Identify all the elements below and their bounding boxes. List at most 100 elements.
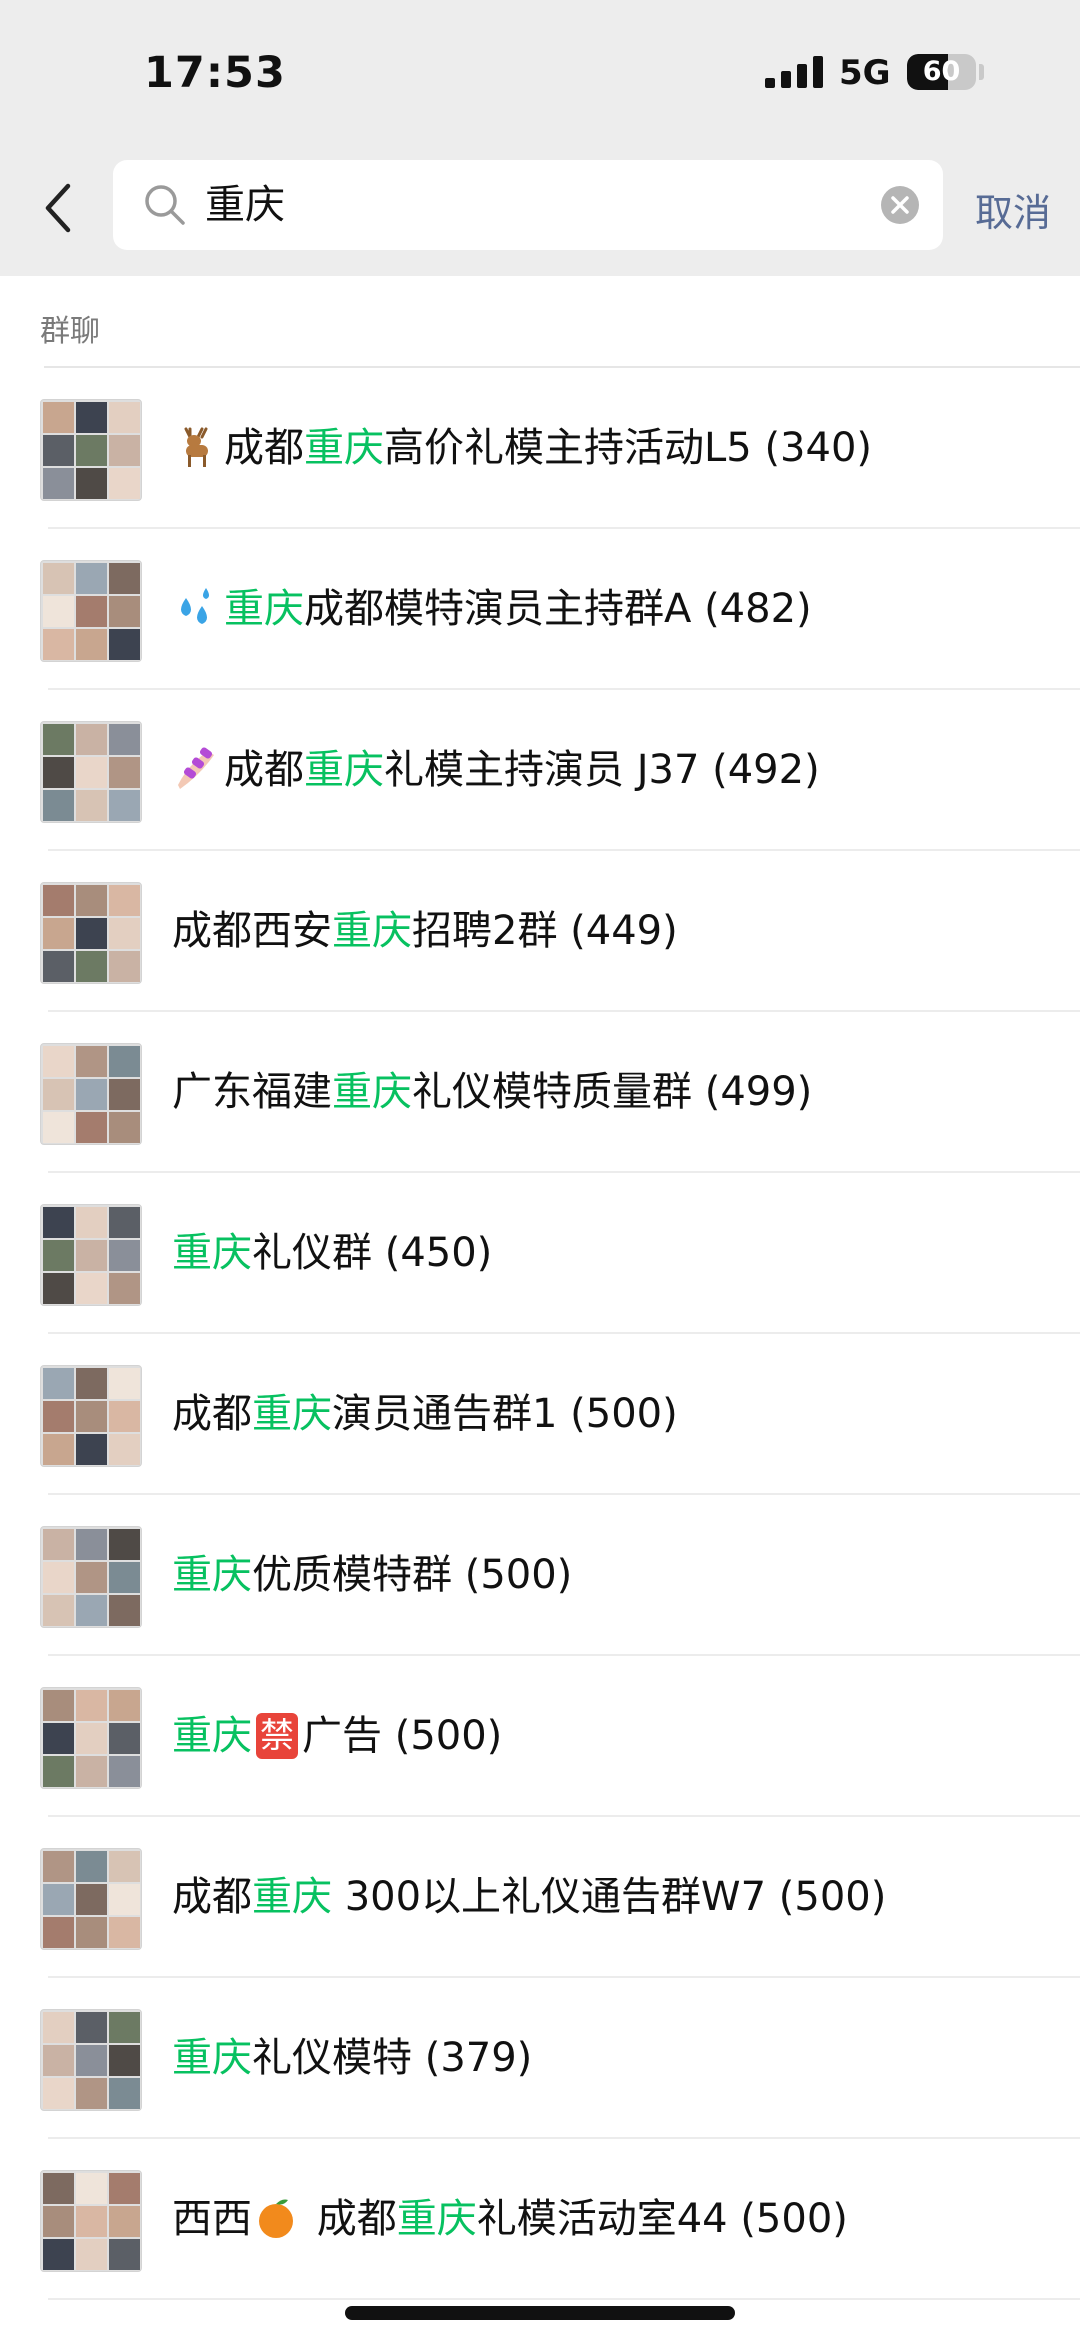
group-chat-result-row[interactable]: 重庆优质模特群 (500)	[0, 1495, 1080, 1656]
group-name: 重庆禁广告 (500)	[172, 1656, 502, 1817]
avatar-tile	[43, 724, 74, 755]
avatar-tile	[109, 2012, 140, 2043]
search-result-list: 成都重庆高价礼模主持活动L5 (340) 重庆成都模特演员主持群A (482) 成都…	[0, 368, 1080, 2300]
keyword-highlight: 重庆	[172, 1713, 252, 1759]
group-name: 广东福建重庆礼仪模特质量群 (499)	[172, 1012, 812, 1173]
group-name-suffix: 优质模特群 (500)	[252, 1552, 573, 1598]
avatar-tile	[76, 1434, 107, 1465]
prohibited-icon: 禁	[256, 1713, 298, 1759]
group-avatar	[40, 2170, 142, 2272]
avatar-tile	[43, 468, 74, 499]
avatar-tile	[43, 1401, 74, 1432]
keyword-highlight: 重庆	[304, 425, 384, 471]
group-name: 西西 成都重庆礼模活动室44 (500)	[172, 2139, 848, 2300]
avatar-tile	[109, 1046, 140, 1077]
group-chat-result-row[interactable]: 重庆成都模特演员主持群A (482)	[0, 529, 1080, 690]
avatar-tile	[76, 1529, 107, 1560]
cancel-button[interactable]: 取消	[975, 182, 1051, 237]
group-name-prefix: 成都	[304, 2196, 397, 2242]
avatar-tile	[109, 435, 140, 466]
avatar-tile	[109, 790, 140, 821]
avatar-tile	[109, 918, 140, 949]
group-name: 重庆礼仪群 (450)	[172, 1173, 492, 1334]
keyword-highlight: 重庆	[396, 2196, 477, 2242]
group-name-suffix: 招聘2群 (449)	[412, 908, 678, 954]
group-chat-result-row[interactable]: 重庆礼仪模特 (379)	[0, 1978, 1080, 2139]
tangerine-icon	[252, 2149, 300, 2238]
avatar-tile	[76, 1240, 107, 1271]
avatar-tile	[109, 1079, 140, 1110]
group-chat-result-row[interactable]: 广东福建重庆礼仪模特质量群 (499)	[0, 1012, 1080, 1173]
avatar-tile	[76, 2078, 107, 2109]
avatar-tile	[76, 563, 107, 594]
group-chat-result-row[interactable]: 重庆礼仪群 (450)	[0, 1173, 1080, 1334]
group-name: 成都重庆 300以上礼仪通告群W7 (500)	[172, 1817, 886, 1978]
avatar-tile	[43, 2239, 74, 2270]
group-name: 重庆礼仪模特 (379)	[172, 1978, 532, 2139]
avatar-tile	[76, 2012, 107, 2043]
avatar-tile	[43, 1273, 74, 1304]
avatar-tile	[109, 1756, 140, 1787]
avatar-tile	[109, 1917, 140, 1948]
avatar-tile	[43, 1917, 74, 1948]
group-chat-result-row[interactable]: 成都重庆礼模主持演员 J37 (492)	[0, 690, 1080, 851]
group-name-suffix: 300以上礼仪通告群W7 (500)	[332, 1874, 887, 1920]
status-bar: 17:53 5G 60	[0, 0, 1080, 150]
back-arrow-icon[interactable]	[38, 178, 82, 238]
avatar-tile	[43, 1207, 74, 1238]
avatar-tile	[76, 918, 107, 949]
clock: 17:53	[144, 48, 286, 98]
avatar-tile	[109, 402, 140, 433]
search-box[interactable]	[113, 160, 943, 250]
keyword-highlight: 重庆	[224, 586, 304, 632]
avatar-tile	[109, 1690, 140, 1721]
group-avatar	[40, 1526, 142, 1628]
group-name: 成都重庆礼模主持演员 J37 (492)	[172, 690, 820, 851]
avatar-tile	[109, 1529, 140, 1560]
avatar-tile	[43, 1079, 74, 1110]
avatar-tile	[76, 402, 107, 433]
avatar-tile	[109, 1207, 140, 1238]
avatar-tile	[109, 629, 140, 660]
group-chat-result-row[interactable]: 成都重庆演员通告群1 (500)	[0, 1334, 1080, 1495]
avatar-tile	[43, 563, 74, 594]
avatar-tile	[76, 1562, 107, 1593]
avatar-tile	[109, 2045, 140, 2076]
group-chat-result-row[interactable]: 西西 成都重庆礼模活动室44 (500)	[0, 2139, 1080, 2300]
avatar-tile	[109, 1401, 140, 1432]
avatar-tile	[76, 1851, 107, 1882]
clear-search-button[interactable]	[881, 186, 919, 224]
group-chat-result-row[interactable]: 成都重庆高价礼模主持活动L5 (340)	[0, 368, 1080, 529]
keyword-highlight: 重庆	[172, 1552, 252, 1598]
avatar-tile	[109, 1884, 140, 1915]
group-name-prefix: 成都	[224, 747, 304, 793]
avatar-tile	[109, 757, 140, 788]
avatar-tile	[76, 1595, 107, 1626]
avatar-tile	[43, 1112, 74, 1143]
avatar-tile	[76, 1046, 107, 1077]
group-avatar	[40, 1687, 142, 1789]
avatar-tile	[109, 1368, 140, 1399]
avatar-tile	[43, 1240, 74, 1271]
avatar-tile	[109, 1434, 140, 1465]
keyword-highlight: 重庆	[252, 1874, 332, 1920]
avatar-tile	[76, 1273, 107, 1304]
avatar-tile	[109, 596, 140, 627]
avatar-tile	[43, 2173, 74, 2204]
network-type: 5G	[839, 53, 891, 93]
avatar-tile	[76, 951, 107, 982]
group-avatar	[40, 721, 142, 823]
group-chat-result-row[interactable]: 成都重庆 300以上礼仪通告群W7 (500)	[0, 1817, 1080, 1978]
search-input[interactable]	[205, 160, 845, 250]
group-chat-result-row[interactable]: 成都西安重庆招聘2群 (449)	[0, 851, 1080, 1012]
avatar-tile	[43, 885, 74, 916]
avatar-tile	[109, 468, 140, 499]
group-name-suffix: 礼仪群 (450)	[252, 1230, 493, 1276]
avatar-tile	[43, 435, 74, 466]
group-chat-result-row[interactable]: 重庆禁广告 (500)	[0, 1656, 1080, 1817]
nail-polish-icon	[172, 700, 220, 789]
avatar-tile	[76, 1690, 107, 1721]
avatar-tile	[43, 1723, 74, 1754]
avatar-tile	[76, 724, 107, 755]
battery-icon: 60	[907, 54, 976, 90]
